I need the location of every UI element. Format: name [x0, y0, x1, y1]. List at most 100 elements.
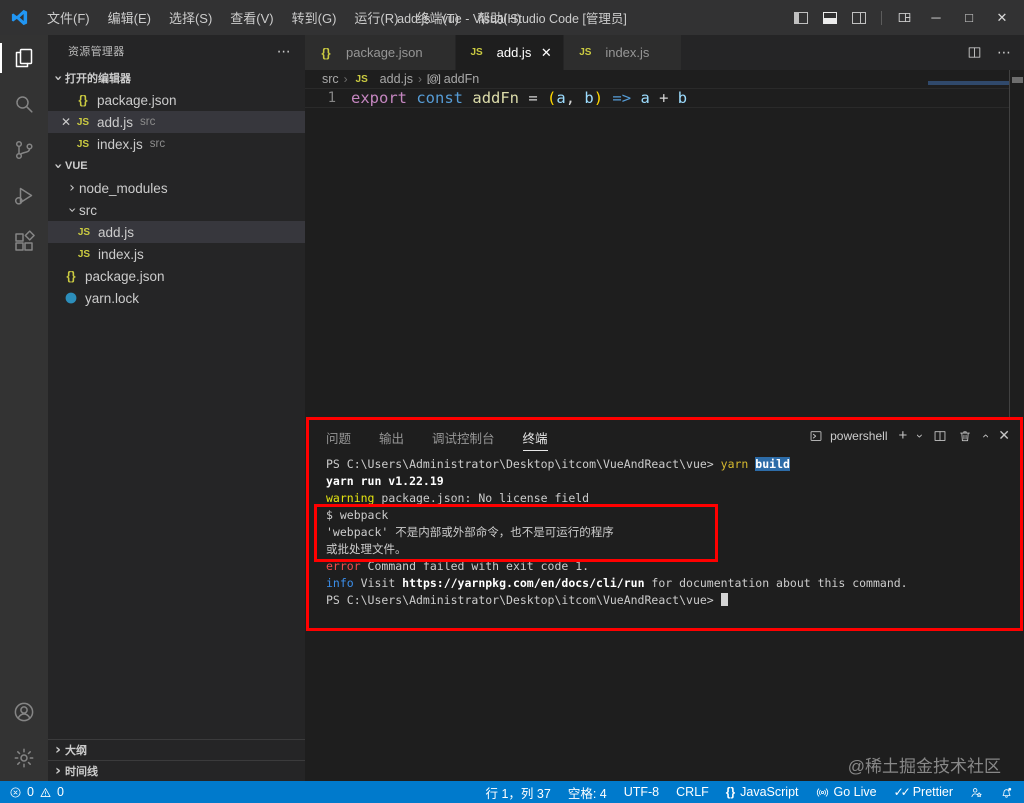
status-notifications[interactable] [1000, 786, 1013, 799]
symbol-method-icon: [@] [427, 74, 440, 85]
status-go-live[interactable]: Go Live [816, 785, 877, 799]
layout-sidebar-left-icon[interactable] [794, 12, 808, 24]
terminal-cursor [721, 593, 728, 606]
open-editor-index.js[interactable]: JSindex.jssrc [48, 133, 305, 155]
split-editor-icon[interactable] [967, 45, 982, 60]
section-大纲[interactable]: ›大纲 [48, 739, 305, 760]
menu-item-V[interactable]: 查看(V) [221, 4, 282, 31]
folder-label: node_modules [79, 181, 168, 196]
breadcrumb-add.js[interactable]: JSadd.js [353, 72, 413, 86]
menu-item-E[interactable]: 编辑(E) [99, 4, 160, 31]
terminal-line: 'webpack' 不是内部或外部命令，也不是可运行的程序 [326, 524, 908, 541]
editor-tab-bar: {}package.json✕JSadd.js✕JSindex.js✕ ⋯ [305, 35, 1024, 70]
tree-item-package.json[interactable]: {}package.json [48, 265, 305, 287]
warning-count: 0 [57, 785, 64, 799]
js-file-icon: JS [468, 47, 486, 58]
terminal-actions: powershell + › › ✕ [809, 427, 1010, 444]
minimap-code-line [928, 81, 1009, 85]
shell-name[interactable]: powershell [830, 429, 887, 443]
chevron-right-icon: › [65, 180, 79, 196]
breadcrumb-addFn[interactable]: [@] addFn [427, 72, 479, 86]
status-language[interactable]: {}JavaScript [726, 785, 799, 799]
terminal-line: info Visit https://yarnpkg.com/en/docs/c… [326, 575, 908, 592]
editor-scrollbar[interactable] [1012, 77, 1023, 83]
more-actions-icon[interactable]: ⋯ [997, 44, 1011, 61]
breadcrumb-src[interactable]: src [322, 72, 339, 86]
tree-item-src[interactable]: ›src [48, 199, 305, 221]
open-editor-add.js[interactable]: ✕JSadd.jssrc [48, 111, 305, 133]
status-label: Prettier [913, 785, 953, 799]
tree-item-index.js[interactable]: JSindex.js [48, 243, 305, 265]
panel-tab-终端[interactable]: 终端 [523, 421, 548, 451]
new-terminal-icon[interactable]: + [899, 427, 908, 444]
status-feedback[interactable] [970, 786, 983, 799]
braces-icon: {} [726, 785, 735, 799]
js-file-icon: JS [74, 117, 92, 128]
maximize-panel-icon[interactable]: › [978, 434, 992, 438]
tree-item-add.js[interactable]: JSadd.js [48, 221, 305, 243]
activitybar-search[interactable] [0, 81, 48, 127]
split-terminal-icon[interactable] [933, 429, 947, 443]
js-file-icon: JS [74, 139, 92, 150]
status-eol[interactable]: CRLF [676, 785, 709, 799]
explorer-header: 资源管理器 ⋯ [48, 35, 305, 67]
customize-layout-icon[interactable] [897, 10, 912, 25]
folder-section-header[interactable]: › VUE [48, 155, 305, 177]
panel-tab-调试控制台[interactable]: 调试控制台 [432, 421, 495, 451]
breadcrumb-separator: › [418, 72, 422, 86]
terminal-line: PS C:\Users\Administrator\Desktop\itcom\… [326, 456, 908, 473]
close-panel-icon[interactable]: ✕ [998, 427, 1010, 444]
status-encoding[interactable]: UTF-8 [624, 785, 659, 799]
status-prettier[interactable]: ✓✓Prettier [894, 785, 953, 799]
terminal-line: 或批处理文件。 [326, 541, 908, 558]
panel-tab-问题[interactable]: 问题 [326, 421, 351, 451]
tab-package.json[interactable]: {}package.json✕ [305, 35, 456, 70]
close-editor-icon[interactable]: ✕ [58, 115, 74, 129]
layout-sidebar-right-icon[interactable] [852, 12, 866, 24]
section-时间线[interactable]: ›时间线 [48, 760, 305, 781]
explorer-icon [12, 46, 36, 70]
tab-add.js[interactable]: JSadd.js✕ [456, 35, 565, 70]
activitybar-run-debug[interactable] [0, 173, 48, 219]
minimap-divider [1009, 70, 1010, 417]
layout-panel-icon[interactable] [823, 12, 837, 24]
status-label: 空格: 4 [568, 783, 607, 802]
watermark: @稀土掘金技术社区 [848, 752, 1001, 777]
activitybar-extensions[interactable] [0, 219, 48, 265]
file-label: package.json [85, 269, 165, 284]
tab-label: package.json [346, 45, 423, 60]
minimize-button[interactable]: ─ [927, 10, 945, 25]
terminal-line: yarn run v1.22.19 [326, 473, 908, 490]
tree-item-node_modules[interactable]: ›node_modules [48, 177, 305, 199]
activitybar-settings[interactable] [0, 735, 48, 781]
breadcrumb-label: add.js [380, 72, 413, 86]
tree-item-yarn.lock[interactable]: yarn.lock [48, 287, 305, 309]
code-line[interactable]: 1 export const addFn = (a, b) => a + b [305, 88, 1009, 108]
run-debug-icon [12, 184, 36, 208]
open-editor-package.json[interactable]: {}package.json [48, 89, 305, 111]
maximize-button[interactable]: □ [960, 10, 978, 25]
more-actions-icon[interactable]: ⋯ [277, 43, 291, 60]
titlebar-actions: ─ □ ✕ [794, 10, 1024, 26]
activitybar-source-control[interactable] [0, 127, 48, 173]
broadcast-icon [816, 786, 829, 799]
menu-item-F[interactable]: 文件(F) [38, 4, 99, 31]
tab-index.js[interactable]: JSindex.js✕ [564, 35, 682, 70]
file-label: index.js [98, 247, 144, 262]
activitybar-account[interactable] [0, 689, 48, 735]
status-problems[interactable]: 00 [9, 785, 64, 799]
panel-tab-输出[interactable]: 输出 [379, 421, 404, 451]
terminal-output[interactable]: PS C:\Users\Administrator\Desktop\itcom\… [326, 456, 908, 609]
close-button[interactable]: ✕ [993, 10, 1011, 26]
status-cursor-position[interactable]: 行 1，列 37 [486, 783, 551, 802]
breadcrumb-label: addFn [444, 72, 479, 86]
kill-terminal-icon[interactable] [958, 429, 972, 443]
account-icon [12, 700, 36, 724]
open-editors-section-header[interactable]: › 打开的编辑器 [48, 67, 305, 89]
terminal-dropdown-icon[interactable]: › [913, 434, 927, 438]
menu-item-S[interactable]: 选择(S) [160, 4, 221, 31]
menu-item-G[interactable]: 转到(G) [283, 4, 346, 31]
status-indentation[interactable]: 空格: 4 [568, 783, 607, 802]
activitybar-explorer[interactable] [0, 35, 48, 81]
close-tab-icon[interactable]: ✕ [537, 45, 555, 61]
